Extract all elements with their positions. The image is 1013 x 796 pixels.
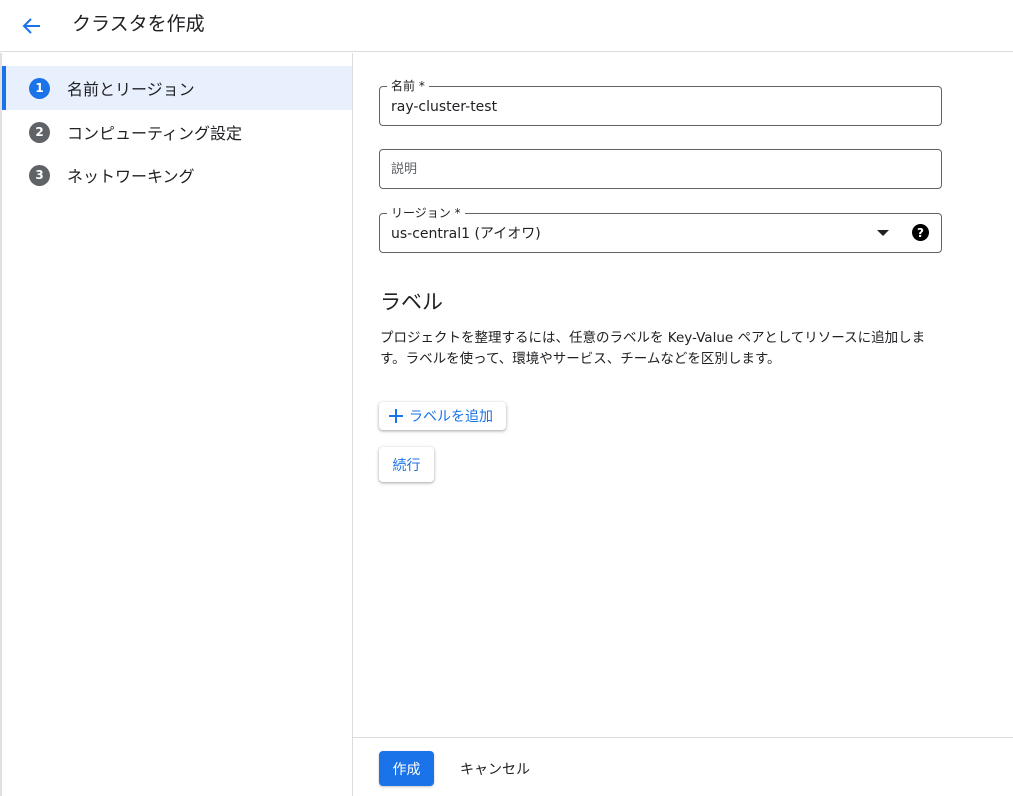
step-networking[interactable]: 3 ネットワーキング bbox=[2, 153, 352, 197]
arrow-back-icon bbox=[22, 18, 40, 34]
add-label-button[interactable]: ラベルを追加 bbox=[379, 402, 506, 430]
region-field-label: リージョン * bbox=[387, 205, 465, 221]
add-label-button-label: ラベルを追加 bbox=[409, 409, 493, 425]
plus-icon bbox=[389, 409, 403, 423]
step-label: 名前とリージョン bbox=[67, 80, 195, 99]
back-button[interactable] bbox=[18, 12, 46, 40]
help-circle-icon[interactable]: ? bbox=[912, 224, 929, 241]
step-label: コンピューティング設定 bbox=[67, 124, 243, 143]
region-select[interactable]: リージョン * us-central1 (アイオワ) ? bbox=[379, 205, 942, 253]
cancel-button[interactable]: キャンセル bbox=[450, 751, 540, 786]
name-field-value[interactable]: ray-cluster-test bbox=[391, 97, 497, 117]
create-button[interactable]: 作成 bbox=[379, 751, 434, 786]
name-field-label: 名前 * bbox=[387, 78, 429, 94]
sidebar-divider bbox=[352, 53, 353, 796]
step-number-badge: 3 bbox=[29, 164, 50, 186]
page-header: クラスタを作成 bbox=[0, 0, 1013, 52]
step-number-badge: 2 bbox=[29, 121, 50, 143]
description-placeholder[interactable]: 説明 bbox=[391, 160, 417, 180]
region-selected-value[interactable]: us-central1 (アイオワ) bbox=[391, 224, 541, 244]
step-name-and-region[interactable]: 1 名前とリージョン bbox=[2, 66, 352, 110]
stepper-sidebar: 1 名前とリージョン 2 コンピューティング設定 3 ネットワーキング bbox=[2, 53, 352, 796]
step-label: ネットワーキング bbox=[67, 167, 195, 186]
labels-section-description: プロジェクトを整理するには、任意のラベルを Key-Value ペアとしてリソー… bbox=[380, 330, 926, 367]
step-compute-settings[interactable]: 2 コンピューティング設定 bbox=[2, 110, 352, 154]
dropdown-arrow-icon[interactable] bbox=[877, 230, 889, 236]
labels-section-title: ラベル bbox=[380, 290, 443, 314]
name-field[interactable]: 名前 * ray-cluster-test bbox=[379, 78, 942, 126]
footer-actions: 作成 キャンセル bbox=[353, 737, 1013, 796]
step-number-badge: 1 bbox=[29, 77, 50, 99]
continue-button[interactable]: 続行 bbox=[379, 447, 434, 482]
description-field[interactable]: 説明 bbox=[379, 149, 942, 189]
page-title: クラスタを作成 bbox=[72, 13, 205, 35]
